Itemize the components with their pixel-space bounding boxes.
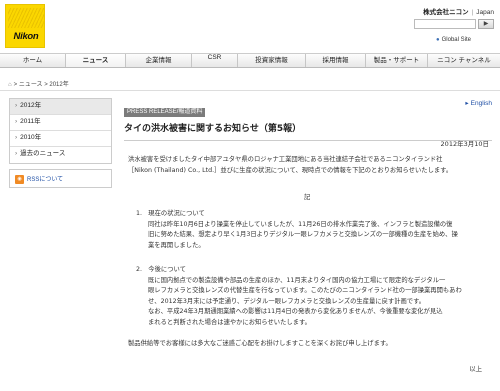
section-current-status: 1. 現在の状況について 同社は昨年10月6日より操業を停止していましたが、11… [128,209,490,251]
section-line: 同社は昨年10月6日より操業を停止していましたが、11月26日の排水作業完了後、… [148,220,453,228]
intro-text: 洪水被害を受けましたタイ中部アユタヤ県のロジャナ工業団地にある当社連結子会社であ… [128,154,490,176]
logo-rays [8,8,44,28]
main-nav: ホーム ニュース 企業情報 CSR 投資家情報 採用情報 製品・サポート ニコン… [0,53,500,68]
intro-line: 洪水被害を受けましたタイ中部アユタヤ県のロジャナ工業団地にある当社連結子会社であ… [128,156,443,163]
breadcrumb-sep: > [44,82,48,88]
year-list: › 2012年 › 2011年 › 2010年 › 過去のニュース [9,98,112,164]
rss-link[interactable]: ◉ RSSについて [9,169,112,188]
divider [0,90,500,91]
global-site-link[interactable]: ● Global Site [436,37,471,43]
section-outlook: 2. 今後について 既に国内拠点での製造設備や部品の生産のほか、11月末よりタイ… [128,265,490,329]
sidebar-item-label: 2010年 [20,134,42,141]
breadcrumb: ⌂ > ニュース > 2012年 [8,79,69,88]
section-heading: 1. 現在の状況について [136,210,205,217]
article: PRESS RELEASE/報道資料 ▸ English タイの洪水被害に関するお… [124,98,492,373]
rss-icon: ◉ [15,174,24,184]
nav-tab-recruit[interactable]: 採用情報 [306,54,366,67]
section-line: なお、平成24年3月期通期業績への影響は11月4日の発表から変化ありませんが、今… [148,308,443,316]
chevron-right-icon: › [15,118,18,125]
language-label: Japan [476,9,494,16]
logo-text: Nikon [13,31,39,42]
sidebar-item-2011[interactable]: › 2011年 [10,115,111,131]
nav-tab-home[interactable]: ホーム [0,54,66,67]
nav-tab-channel[interactable]: ニコン チャンネル [428,54,500,67]
breadcrumb-news[interactable]: ニュース [19,82,43,88]
press-release-badge: PRESS RELEASE/報道資料 [124,108,206,117]
end-mark: 以上 [469,366,482,373]
section-line: 眼レフカメラと交換レンズの代替生産を行なっています。このたびのニコンタイランド社… [148,287,462,295]
english-link[interactable]: ▸ English [465,99,492,107]
corp-separator: | [471,9,474,16]
section-line: 既に国内拠点での製造設備や部品の生産のほか、11月末よりタイ国内の協力工場にて限… [148,276,446,284]
sidebar-item-label: 過去のニュース [20,150,66,157]
sidebar-item-archive[interactable]: › 過去のニュース [10,147,111,163]
closing-text: 製品供給等でお客様には多大なご迷惑ご心配をお掛けしますことを深くお詫び申し上げま… [128,340,392,347]
section-line: 旧に努めた結果、想定より早く1月3日よりデジタル一眼レフカメラと交換レンズの一部… [148,231,458,239]
nikon-logo[interactable]: Nikon [5,4,45,48]
page-title: タイの洪水被害に関するお知らせ（第5報） [124,121,492,141]
intro-line: ［Nikon (Thailand) Co., Ltd.］並びに生産の状況について… [128,167,453,174]
sidebar-item-2010[interactable]: › 2010年 [10,131,111,147]
sidebar-item-label: 2011年 [20,118,41,125]
rss-label: RSSについて [27,177,64,183]
breadcrumb-current: 2012年 [49,82,69,88]
release-date: 2012年3月10日 [440,140,489,148]
nav-tab-csr[interactable]: CSR [192,54,238,67]
sidebar-item-label: 2012年 [20,102,42,109]
section-line: 業を再開しました。 [148,241,205,249]
home-icon[interactable]: ⌂ [8,82,12,88]
nav-tab-news[interactable]: ニュース [66,54,126,67]
nav-tab-products[interactable]: 製品・サポート [366,54,428,67]
site-header: Nikon 株式会社ニコン | Japan ▶ ● Global Site [0,0,500,53]
section-heading: 2. 今後について [136,266,186,273]
global-site-label: Global Site [441,37,471,43]
breadcrumb-sep: > [13,82,18,88]
sidebar-item-2012[interactable]: › 2012年 [10,99,111,115]
english-label: English [470,100,492,107]
sidebar: › 2012年 › 2011年 › 2010年 › 過去のニュース ◉ RSSについて [9,98,112,188]
globe-icon: ● [436,37,440,43]
ki-marker: 記 [304,194,311,201]
corp-links: 株式会社ニコン | Japan [423,6,494,16]
section-line: せ、2012年3月末には予定通り、デジタル一眼レフカメラと交換レンズの生産量に戻… [148,297,426,305]
corp-name-link[interactable]: 株式会社ニコン [423,9,469,16]
chevron-right-icon: › [15,102,18,109]
nav-tab-company[interactable]: 企業情報 [126,54,192,67]
search-button[interactable]: ▶ [478,19,494,29]
search-input[interactable] [414,19,476,29]
chevron-right-icon: › [15,150,18,157]
chevron-right-icon: › [15,134,18,141]
nav-tab-investors[interactable]: 投資家情報 [238,54,306,67]
chevron-right-icon: ▸ [465,100,469,107]
section-line: まれると判断された場合は速やかにお知らせいたします。 [148,318,311,326]
